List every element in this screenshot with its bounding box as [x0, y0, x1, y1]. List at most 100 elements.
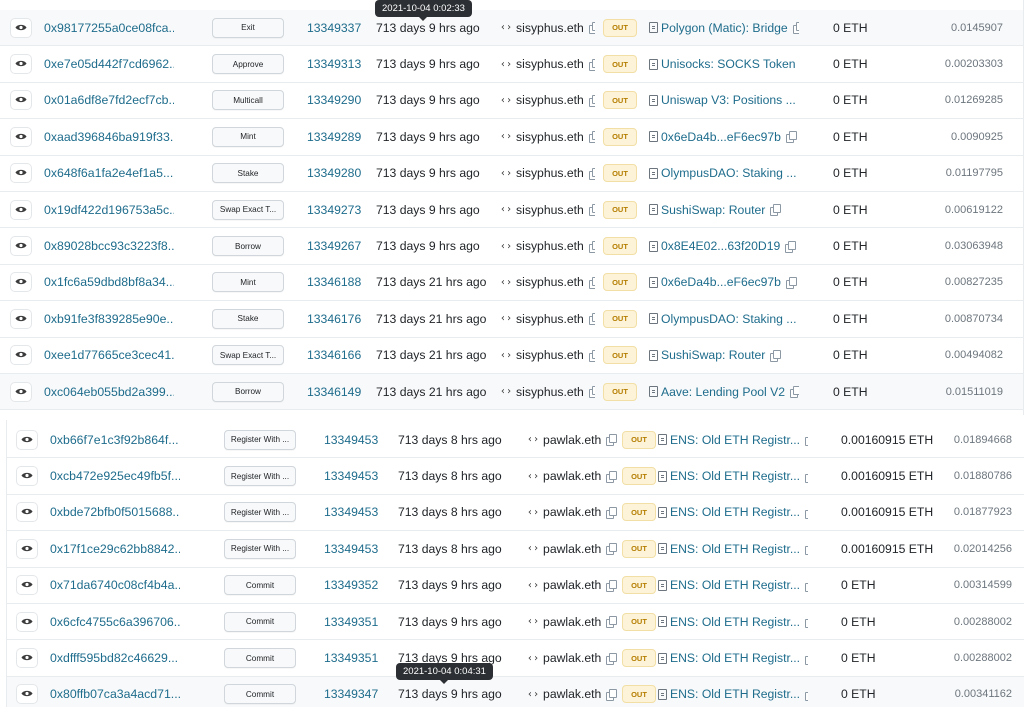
copy-icon[interactable]	[805, 580, 808, 592]
copy-icon[interactable]	[588, 276, 595, 289]
copy-icon[interactable]	[588, 58, 595, 71]
block-link[interactable]: 13349352	[324, 568, 384, 603]
block-link[interactable]: 13349347	[324, 677, 384, 707]
copy-icon[interactable]	[805, 471, 808, 483]
txn-hash-link[interactable]: 0x71da6740c08cf4b4a...	[50, 568, 180, 603]
copy-icon[interactable]	[606, 688, 618, 701]
txn-hash-link[interactable]: 0xee1d77665ce3cec41...	[44, 338, 174, 373]
txn-hash-link[interactable]: 0xbde72bfb0f5015688...	[50, 495, 180, 530]
copy-icon[interactable]	[785, 131, 797, 144]
txn-hash-link[interactable]: 0x98177255a0ce08fca...	[44, 10, 174, 45]
block-link[interactable]: 13349280	[307, 156, 367, 191]
from-address[interactable]: pawlak.eth	[543, 578, 601, 592]
from-address[interactable]: sisyphus.eth	[516, 275, 584, 289]
copy-icon[interactable]	[805, 543, 808, 556]
from-address[interactable]: pawlak.eth	[543, 433, 601, 447]
to-address-link[interactable]: Uniswap V3: Positions ...	[661, 93, 796, 107]
to-address-link[interactable]: ENS: Old ETH Registr...	[670, 651, 800, 665]
to-address-link[interactable]: OlympusDAO: Staking ...	[661, 166, 796, 180]
from-address[interactable]: pawlak.eth	[543, 469, 601, 483]
to-address-link[interactable]: ENS: Old ETH Registr...	[670, 615, 800, 629]
from-address[interactable]: pawlak.eth	[543, 651, 601, 665]
from-address[interactable]: sisyphus.eth	[516, 166, 584, 180]
to-address-link[interactable]: Polygon (Matic): Bridge	[661, 21, 788, 35]
view-details-button[interactable]	[10, 199, 32, 220]
txn-hash-link[interactable]: 0x6cfc4755c6a396706...	[50, 604, 180, 639]
block-link[interactable]: 13349289	[307, 119, 367, 154]
from-address[interactable]: sisyphus.eth	[516, 21, 584, 35]
view-details-button[interactable]	[16, 466, 38, 487]
from-address[interactable]: sisyphus.eth	[516, 57, 584, 71]
copy-icon[interactable]	[785, 240, 797, 253]
view-details-button[interactable]	[10, 126, 32, 147]
copy-icon[interactable]	[805, 507, 808, 519]
txn-hash-link[interactable]: 0x1fc6a59dbd8bf8a34...	[44, 265, 174, 300]
from-address[interactable]: sisyphus.eth	[516, 348, 584, 362]
view-details-button[interactable]	[16, 684, 38, 705]
from-address[interactable]: sisyphus.eth	[516, 312, 584, 326]
copy-icon[interactable]	[770, 204, 782, 217]
view-details-button[interactable]	[16, 575, 38, 596]
view-details-button[interactable]	[10, 381, 32, 402]
block-link[interactable]: 13349290	[307, 83, 367, 118]
copy-icon[interactable]	[606, 470, 618, 483]
to-address-link[interactable]: ENS: Old ETH Registr...	[670, 687, 800, 701]
block-link[interactable]: 13349273	[307, 192, 367, 227]
to-address-link[interactable]: ENS: Old ETH Registr...	[670, 578, 800, 592]
txn-hash-link[interactable]: 0xaad396846ba919f33...	[44, 119, 174, 154]
copy-icon[interactable]	[588, 204, 595, 217]
txn-hash-link[interactable]: 0xcb472e925ec49fb5f...	[50, 458, 180, 493]
to-address-link[interactable]: ENS: Old ETH Registr...	[670, 433, 800, 447]
copy-icon[interactable]	[805, 616, 808, 629]
block-link[interactable]: 13349313	[307, 46, 367, 81]
from-address[interactable]: pawlak.eth	[543, 542, 601, 556]
from-address[interactable]: pawlak.eth	[543, 615, 601, 629]
from-address[interactable]: sisyphus.eth	[516, 130, 584, 144]
to-address-link[interactable]: OlympusDAO: Staking ...	[661, 312, 796, 326]
copy-icon[interactable]	[805, 653, 808, 665]
block-link[interactable]: 13346166	[307, 338, 367, 373]
copy-icon[interactable]	[606, 543, 618, 556]
block-link[interactable]: 13349453	[324, 458, 384, 493]
to-address-link[interactable]: ENS: Old ETH Registr...	[670, 505, 800, 519]
copy-icon[interactable]	[606, 579, 618, 592]
from-address[interactable]: sisyphus.eth	[516, 239, 584, 253]
copy-icon[interactable]	[588, 386, 595, 399]
copy-icon[interactable]	[606, 434, 618, 447]
txn-hash-link[interactable]: 0x648f6a1fa2e4ef1a5...	[44, 156, 174, 191]
to-address-link[interactable]: SushiSwap: Router	[661, 348, 765, 362]
view-details-button[interactable]	[10, 236, 32, 257]
to-address-link[interactable]: 0x6eDa4b...eF6ec97b	[661, 130, 781, 144]
block-link[interactable]: 13346188	[307, 265, 367, 300]
copy-icon[interactable]	[606, 506, 618, 519]
txn-hash-link[interactable]: 0xc064eb055bd2a399...	[44, 374, 174, 409]
copy-icon[interactable]	[785, 276, 797, 289]
copy-icon[interactable]	[790, 386, 799, 399]
view-details-button[interactable]	[10, 308, 32, 329]
to-address-link[interactable]: 0x8E4E02...63f20D19	[661, 239, 780, 253]
block-link[interactable]: 13349453	[324, 531, 384, 566]
block-link[interactable]: 13349453	[324, 422, 384, 457]
view-details-button[interactable]	[16, 502, 38, 523]
view-details-button[interactable]	[10, 90, 32, 111]
block-link[interactable]: 13349351	[324, 640, 384, 675]
txn-hash-link[interactable]: 0x89028bcc93c3223f8...	[44, 228, 174, 263]
copy-icon[interactable]	[588, 240, 595, 253]
copy-icon[interactable]	[606, 616, 618, 629]
block-link[interactable]: 13349453	[324, 495, 384, 530]
from-address[interactable]: sisyphus.eth	[516, 385, 584, 399]
from-address[interactable]: sisyphus.eth	[516, 203, 584, 217]
block-link[interactable]: 13349267	[307, 228, 367, 263]
to-address-link[interactable]: Aave: Lending Pool V2	[661, 385, 785, 399]
txn-hash-link[interactable]: 0x80ffb07ca3a4acd71...	[50, 677, 180, 707]
txn-hash-link[interactable]: 0x19df422d196753a5c...	[44, 192, 174, 227]
to-address-link[interactable]: ENS: Old ETH Registr...	[670, 469, 800, 483]
view-details-button[interactable]	[10, 17, 32, 38]
block-link[interactable]: 13346149	[307, 374, 367, 409]
to-address-link[interactable]: SushiSwap: Router	[661, 203, 765, 217]
txn-hash-link[interactable]: 0xdfff595bd82c46629...	[50, 640, 180, 675]
from-address[interactable]: pawlak.eth	[543, 687, 601, 701]
copy-icon[interactable]	[805, 434, 808, 447]
txn-hash-link[interactable]: 0xb66f7e1c3f92b864f...	[50, 422, 180, 457]
from-address[interactable]: pawlak.eth	[543, 505, 601, 519]
